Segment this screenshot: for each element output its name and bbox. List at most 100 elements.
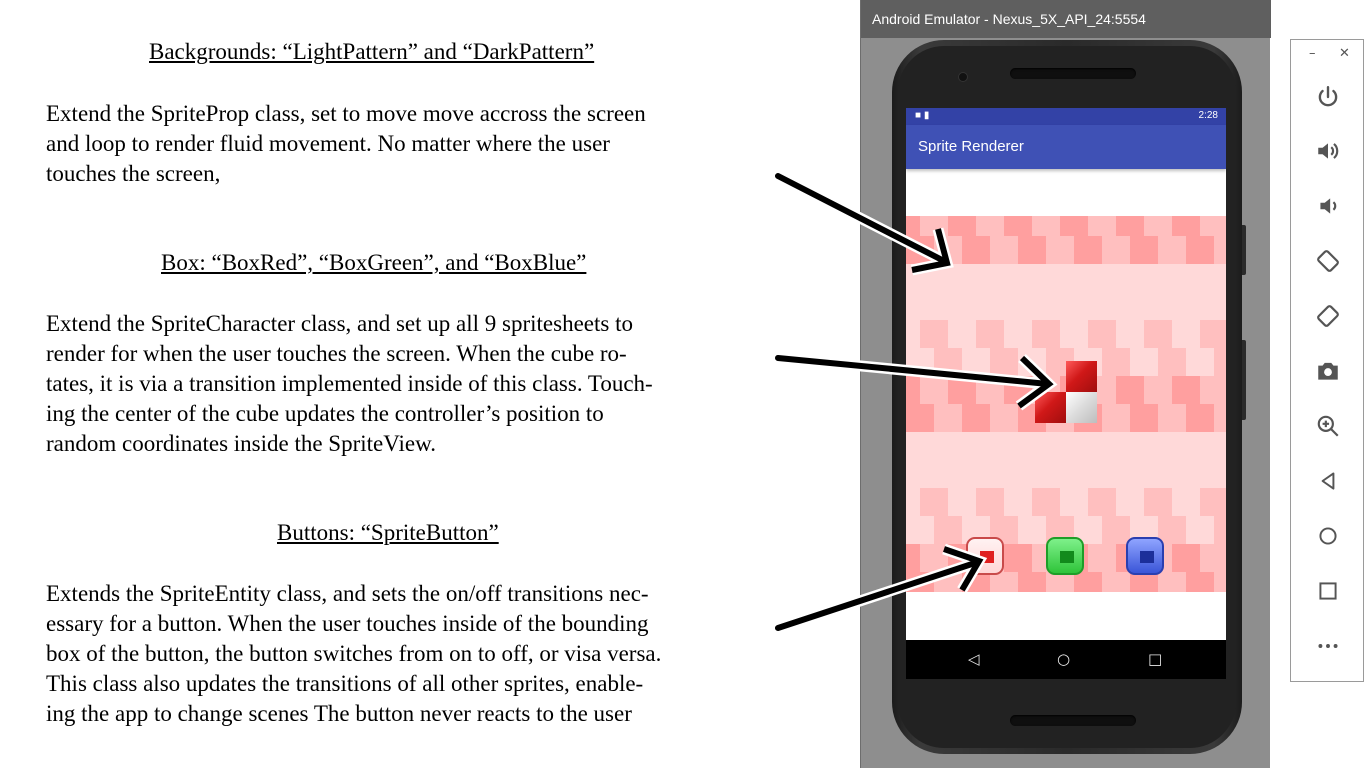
pattern-tile — [906, 376, 920, 404]
sprite-button-red[interactable] — [966, 537, 1004, 575]
side-volume-button[interactable] — [1242, 340, 1246, 420]
close-icon[interactable]: ✕ — [1339, 46, 1350, 61]
text-line: render for when the user touches the scr… — [46, 341, 627, 366]
cube-cell-top-right — [1066, 361, 1097, 392]
side-power-button[interactable] — [1242, 225, 1246, 275]
emulator-toolbar: – ✕ — [1290, 39, 1364, 682]
pattern-tile — [934, 348, 962, 376]
pattern-tile — [1158, 572, 1186, 592]
pattern-tile — [1144, 376, 1172, 404]
pattern-tile — [1074, 572, 1102, 592]
sprite-cube[interactable] — [1035, 361, 1097, 423]
pattern-tile — [1088, 544, 1116, 572]
text-line: Extends the SpriteEntity class, and sets… — [46, 581, 649, 606]
volume-down-icon[interactable] — [1313, 191, 1343, 221]
power-icon[interactable] — [1313, 82, 1343, 112]
pattern-tile — [990, 404, 1018, 432]
pattern-tile — [976, 320, 1004, 348]
pattern-tile — [1186, 572, 1214, 592]
pattern-tile — [1018, 236, 1046, 264]
pattern-tile — [1214, 348, 1226, 376]
cube-cell-bottom-right — [1066, 392, 1097, 423]
pattern-tile — [962, 236, 990, 264]
pattern-tile — [1214, 236, 1226, 264]
sprite-view[interactable] — [906, 216, 1226, 592]
pattern-tile — [976, 216, 1004, 236]
pattern-tile — [1172, 544, 1200, 572]
section-heading-buttons: Buttons: “SpriteButton” — [277, 520, 499, 545]
pattern-tile — [1214, 572, 1226, 592]
pattern-tile — [1200, 216, 1226, 236]
front-camera — [958, 72, 968, 82]
pattern-tile — [920, 488, 948, 516]
nav-recents-icon[interactable]: □ — [1148, 650, 1162, 669]
pattern-tile — [906, 216, 920, 236]
pattern-tile — [906, 572, 934, 592]
minimize-icon[interactable]: – — [1309, 46, 1316, 61]
rotate-left-icon[interactable] — [1313, 246, 1343, 276]
text-line: touches the screen, — [46, 161, 221, 186]
pattern-tile — [906, 404, 934, 432]
pattern-tile — [1200, 488, 1226, 516]
pattern-tile — [906, 236, 934, 264]
zoom-icon[interactable] — [1313, 411, 1343, 441]
pattern-tile — [1032, 488, 1060, 516]
pattern-tile — [920, 320, 948, 348]
text-line: ing the app to change scenes The button … — [46, 701, 632, 726]
device-screen[interactable]: ■ ▮ 2:28 Sprite Renderer ◁ ○ □ — [906, 108, 1226, 679]
text-line: This class also updates the transitions … — [46, 671, 644, 696]
rotate-right-icon[interactable] — [1313, 301, 1343, 331]
pattern-tile — [1102, 516, 1130, 544]
pattern-tile — [1144, 320, 1172, 348]
pattern-tile — [1088, 320, 1116, 348]
text-line: essary for a button. When the user touch… — [46, 611, 649, 636]
pattern-tile — [1004, 544, 1032, 572]
sprite-button-blue-indicator — [1140, 551, 1154, 563]
section-body-buttons: Extends the SpriteEntity class, and sets… — [46, 579, 776, 729]
pattern-tile — [1046, 572, 1074, 592]
nav-back-icon[interactable]: ◁ — [968, 650, 980, 669]
pattern-tile — [990, 348, 1018, 376]
sprite-button-green-indicator — [1060, 551, 1074, 563]
section-heading-box: Box: “BoxRed”, “BoxGreen”, and “BoxBlue” — [161, 250, 587, 275]
pattern-tile — [948, 216, 976, 236]
pattern-tile — [1102, 404, 1130, 432]
pattern-tile — [1116, 216, 1144, 236]
pattern-tile — [1158, 236, 1186, 264]
pattern-tile — [1088, 488, 1116, 516]
pattern-tile — [934, 572, 962, 592]
pattern-tile — [920, 544, 948, 572]
status-time: 2:28 — [1198, 110, 1218, 121]
sprite-button-green[interactable] — [1046, 537, 1084, 575]
more-icon[interactable] — [1313, 631, 1343, 661]
section-body-backgrounds: Extend the SpriteProp class, set to move… — [46, 99, 776, 189]
back-icon[interactable] — [1313, 466, 1343, 496]
text-line: random coordinates inside the SpriteView… — [46, 431, 436, 456]
overview-icon[interactable] — [1313, 576, 1343, 606]
text-line: box of the button, the button switches f… — [46, 641, 662, 666]
pattern-tile — [1060, 216, 1088, 236]
pattern-tile — [934, 404, 962, 432]
text-line: tates, it is via a transition implemente… — [46, 371, 653, 396]
pattern-tile — [1088, 216, 1116, 236]
pattern-tile — [934, 516, 962, 544]
pattern-tile — [948, 376, 976, 404]
pattern-tile — [1130, 404, 1158, 432]
sprite-button-blue[interactable] — [1126, 537, 1164, 575]
pattern-tile — [1144, 488, 1172, 516]
pattern-tile — [1158, 404, 1186, 432]
pattern-tile — [1130, 572, 1158, 592]
pattern-tile — [962, 404, 990, 432]
pattern-tile — [920, 216, 948, 236]
pattern-tile — [1172, 376, 1200, 404]
pattern-tile — [1200, 320, 1226, 348]
screenshot-icon[interactable] — [1313, 356, 1343, 386]
volume-up-icon[interactable] — [1313, 136, 1343, 166]
home-icon[interactable] — [1313, 521, 1343, 551]
android-nav-bar: ◁ ○ □ — [906, 640, 1226, 679]
pattern-tile — [1116, 376, 1144, 404]
pattern-tile — [1186, 404, 1214, 432]
text-line: Extend the SpriteProp class, set to move… — [46, 101, 646, 126]
nav-home-icon[interactable]: ○ — [1057, 650, 1070, 669]
pattern-tile — [920, 376, 948, 404]
